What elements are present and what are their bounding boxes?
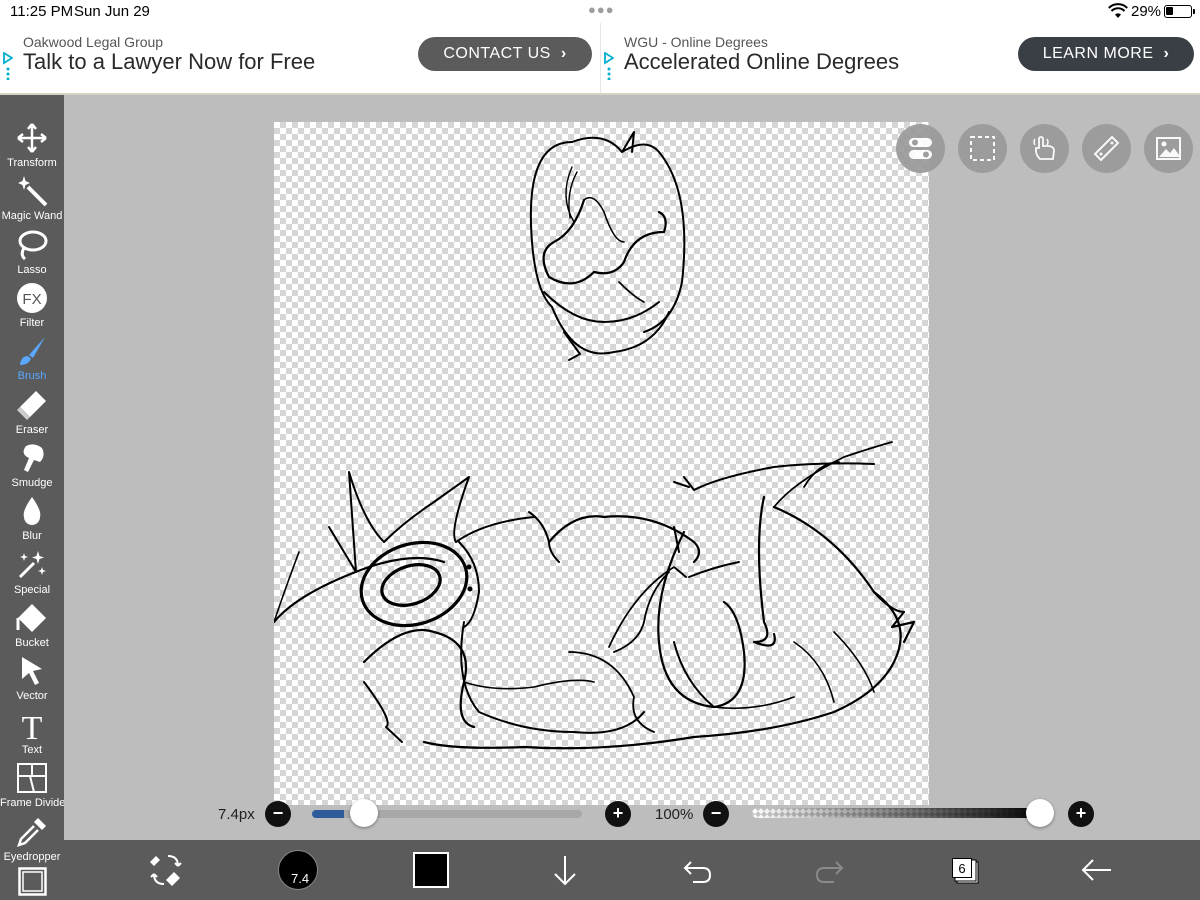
selection-icon [970, 136, 995, 161]
opacity-label: 100% [655, 806, 694, 823]
image-button[interactable] [1144, 124, 1193, 173]
bucket-icon [16, 604, 46, 632]
contact-us-button[interactable]: CONTACT US › [418, 37, 592, 71]
lasso-icon [18, 230, 48, 261]
multitask-dots-icon[interactable]: ●●● [588, 2, 615, 17]
ad-sponsor: Oakwood Legal Group [23, 34, 164, 50]
tool-label: Eraser [15, 424, 49, 436]
svg-text:T: T [22, 710, 43, 741]
transform-icon [17, 123, 47, 153]
layer-count: 6 [952, 858, 972, 878]
tool-brush[interactable]: Brush [0, 335, 64, 388]
ad-banner-1[interactable]: Oakwood Legal Group Talk to a Lawyer Now… [0, 23, 600, 93]
wifi-icon [1108, 3, 1128, 18]
tool-lasso[interactable]: Lasso [0, 229, 64, 282]
opacity-slider-knob[interactable] [1026, 799, 1054, 827]
size-increase-button[interactable]: + [605, 801, 631, 827]
tool-label: Transform [7, 157, 57, 169]
status-time: 11:25 PM [10, 3, 74, 20]
brush-size-preview[interactable]: 7.4 [278, 850, 318, 890]
brush-icon [20, 337, 45, 365]
tool-label: Vector [16, 690, 48, 702]
tool-sidebar: Transform Magic Wand Lasso FX Filter Bru… [0, 95, 69, 900]
brush-slider-row: 7.4px − + 100% − + [0, 798, 1200, 830]
battery-icon [1164, 5, 1195, 18]
adchoices-icon[interactable] [3, 52, 13, 80]
size-slider-fill [312, 810, 345, 818]
blur-drop-icon [23, 497, 41, 525]
tool-text[interactable]: T Text [0, 709, 64, 762]
bottom-toolbar [64, 840, 1200, 900]
eraser-icon [17, 391, 46, 420]
chevron-right-icon: › [1163, 45, 1170, 62]
opacity-increase-button[interactable]: + [1068, 801, 1094, 827]
vector-arrow-icon [22, 657, 42, 685]
tool-label: Smudge [11, 477, 53, 489]
text-icon: T [22, 710, 43, 741]
frame-divider-icon [17, 763, 47, 793]
hand-button[interactable] [1020, 124, 1069, 173]
tool-eraser[interactable]: Eraser [0, 389, 64, 442]
opacity-slider-track[interactable] [752, 808, 1044, 818]
undo-icon[interactable] [677, 850, 717, 890]
quick-toggle-button[interactable] [896, 124, 945, 173]
fx-icon: FX [17, 283, 47, 313]
sketch-lineart [274, 131, 916, 750]
battery-percent: 29% [1131, 3, 1162, 20]
app-window: 11:25 PM Sun Jun 29 ●●● 29% Oakwood Lega… [0, 0, 1200, 900]
ruler-icon [1093, 135, 1120, 162]
tool-vector[interactable]: Vector [0, 655, 64, 708]
ad-headline[interactable]: Accelerated Online Degrees [624, 49, 899, 75]
tool-blur[interactable]: Blur [0, 495, 64, 548]
opacity-decrease-button[interactable]: − [703, 801, 729, 827]
tool-label: Bucket [15, 637, 49, 649]
ad-banner-bar: Oakwood Legal Group Talk to a Lawyer Now… [0, 23, 1200, 95]
tool-label: Filter [19, 317, 45, 329]
brush-size-value: 7.4 [291, 871, 310, 886]
back-arrow-icon[interactable] [1077, 850, 1117, 890]
tool-label: Special [13, 584, 51, 596]
tool-label: Brush [17, 370, 47, 382]
cta-label: CONTACT US [443, 45, 551, 62]
chevron-right-icon: › [560, 45, 567, 62]
adchoices-icon[interactable] [604, 52, 614, 80]
sparkle-icon [18, 551, 46, 579]
status-date: Sun Jun 29 [74, 3, 150, 20]
ruler-button[interactable] [1082, 124, 1131, 173]
svg-text:FX: FX [22, 291, 41, 308]
brush-size-label: 7.4px [218, 806, 255, 823]
status-bar: 11:25 PM Sun Jun 29 ●●● 29% [0, 0, 1200, 23]
tool-label: Eyedropper [3, 851, 61, 863]
layers-button[interactable]: 6 [948, 853, 980, 885]
tool-label: Text [21, 744, 43, 756]
size-slider-knob[interactable] [350, 799, 379, 827]
tool-magic-wand[interactable]: Magic Wand [0, 175, 64, 228]
smudge-icon [23, 444, 44, 472]
selection-button[interactable] [958, 124, 1007, 173]
frame-icon[interactable] [18, 867, 47, 896]
color-swatch[interactable] [413, 852, 449, 888]
ad-banner-2[interactable]: WGU - Online Degrees Accelerated Online … [600, 23, 1200, 93]
magic-wand-icon [18, 176, 48, 207]
cta-label: LEARN MORE [1042, 45, 1154, 62]
ad-sponsor: WGU - Online Degrees [624, 34, 768, 50]
image-icon [1156, 137, 1181, 160]
tool-label: Magic Wand [1, 210, 63, 222]
tool-bucket[interactable]: Bucket [0, 602, 64, 655]
download-arrow-icon[interactable] [545, 850, 585, 890]
ad-headline[interactable]: Talk to a Lawyer Now for Free [23, 49, 315, 75]
tool-transform[interactable]: Transform [0, 122, 64, 175]
tool-special[interactable]: Special [0, 549, 64, 602]
redo-icon[interactable] [810, 850, 850, 890]
tool-filter[interactable]: FX Filter [0, 282, 64, 335]
tool-label: Lasso [17, 264, 47, 276]
hand-icon [1033, 136, 1055, 160]
swap-eraser-icon[interactable] [146, 850, 186, 890]
tool-label: Blur [22, 530, 42, 542]
toggle-icon [909, 138, 932, 159]
size-decrease-button[interactable]: − [265, 801, 291, 827]
learn-more-button[interactable]: LEARN MORE › [1018, 37, 1194, 71]
tool-smudge[interactable]: Smudge [0, 442, 64, 495]
